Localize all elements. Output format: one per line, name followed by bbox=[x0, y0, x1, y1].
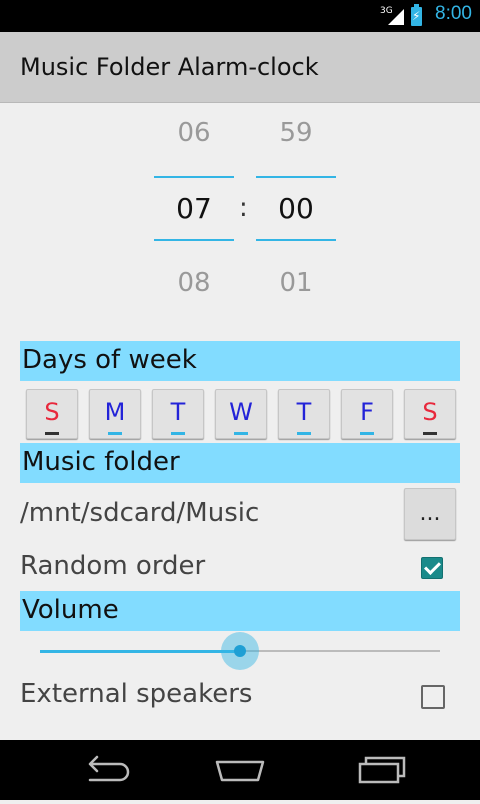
day-button-friday[interactable]: F bbox=[341, 389, 393, 439]
day-indicator bbox=[108, 432, 122, 435]
day-indicator bbox=[423, 432, 437, 435]
day-indicator bbox=[297, 432, 311, 435]
time-separator: : bbox=[239, 193, 248, 223]
days-of-week-label: Days of week bbox=[22, 345, 197, 375]
day-button-saturday[interactable]: S bbox=[404, 389, 456, 439]
day-label: S bbox=[422, 398, 438, 426]
hour-next[interactable]: 08 bbox=[154, 268, 234, 298]
back-icon[interactable] bbox=[60, 740, 140, 800]
minute-next[interactable]: 01 bbox=[256, 268, 336, 298]
day-indicator bbox=[360, 432, 374, 435]
days-of-week-header: Days of week bbox=[20, 341, 460, 381]
volume-slider-fill bbox=[40, 650, 240, 653]
day-indicator bbox=[234, 432, 248, 435]
day-button-monday[interactable]: M bbox=[89, 389, 141, 439]
volume-slider-thumb[interactable] bbox=[234, 645, 246, 657]
external-speakers-checkbox[interactable] bbox=[421, 685, 445, 709]
app-title: Music Folder Alarm-clock bbox=[20, 53, 319, 81]
random-order-label: Random order bbox=[20, 551, 206, 581]
volume-label: Volume bbox=[22, 595, 119, 625]
volume-header: Volume bbox=[20, 591, 460, 631]
hour-divider-top bbox=[154, 176, 234, 178]
minute-prev[interactable]: 59 bbox=[256, 118, 336, 148]
random-order-checkbox[interactable] bbox=[421, 557, 443, 579]
status-bar: 3G ⚡ 8:00 bbox=[0, 0, 480, 32]
minute-divider-top bbox=[256, 176, 336, 178]
day-button-tuesday[interactable]: T bbox=[152, 389, 204, 439]
recent-apps-icon[interactable] bbox=[340, 740, 420, 800]
external-speakers-label: External speakers bbox=[20, 679, 253, 709]
day-label: F bbox=[360, 398, 374, 426]
hour-picker[interactable]: 06 07 08 bbox=[154, 110, 234, 310]
day-button-wednesday[interactable]: W bbox=[215, 389, 267, 439]
minute-current[interactable]: 00 bbox=[256, 192, 336, 225]
minute-divider-bottom bbox=[256, 239, 336, 241]
day-label: W bbox=[229, 398, 253, 426]
music-folder-label: Music folder bbox=[22, 447, 180, 477]
day-button-sunday[interactable]: S bbox=[26, 389, 78, 439]
day-indicator bbox=[45, 432, 59, 435]
battery-charging-icon: ⚡ bbox=[411, 4, 422, 26]
day-label: T bbox=[170, 398, 186, 426]
day-label: T bbox=[296, 398, 312, 426]
music-folder-path: /mnt/sdcard/Music bbox=[20, 498, 260, 528]
status-clock: 8:00 bbox=[435, 3, 472, 24]
day-label: M bbox=[104, 398, 126, 426]
signal-icon bbox=[388, 9, 404, 25]
navigation-bar bbox=[0, 740, 480, 800]
minute-picker[interactable]: 59 00 01 bbox=[256, 110, 336, 310]
hour-divider-bottom bbox=[154, 239, 234, 241]
day-button-thursday[interactable]: T bbox=[278, 389, 330, 439]
hour-current[interactable]: 07 bbox=[154, 192, 234, 225]
home-icon[interactable] bbox=[200, 740, 280, 800]
action-bar: Music Folder Alarm-clock bbox=[0, 32, 480, 103]
day-indicator bbox=[171, 432, 185, 435]
browse-folder-button[interactable]: ... bbox=[404, 488, 456, 540]
hour-prev[interactable]: 06 bbox=[154, 118, 234, 148]
day-label: S bbox=[44, 398, 60, 426]
music-folder-header: Music folder bbox=[20, 443, 460, 483]
